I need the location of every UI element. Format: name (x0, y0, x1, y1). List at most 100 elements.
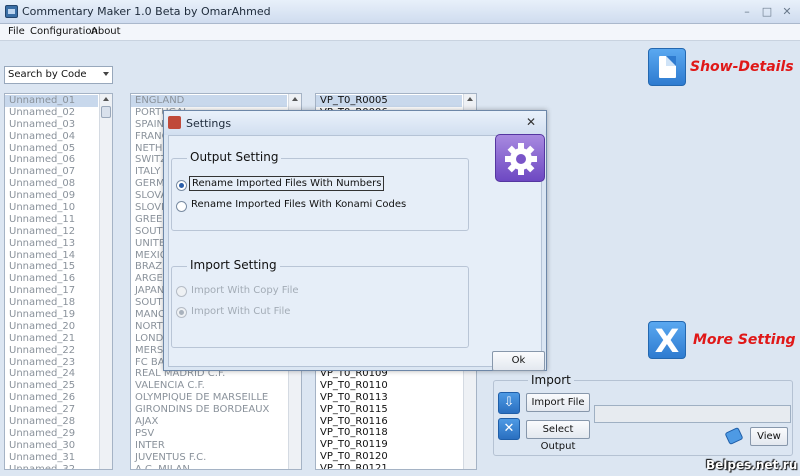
scroll-thumb[interactable] (101, 106, 111, 118)
show-details-button[interactable] (648, 48, 686, 86)
import-setting-legend: Import Setting (187, 258, 280, 272)
magic-wand-icon (724, 426, 748, 446)
import-progress-bar (594, 405, 791, 423)
app-icon (5, 5, 18, 18)
list-item[interactable]: Unnamed_18 (5, 297, 98, 309)
list-item[interactable]: Unnamed_28 (5, 416, 98, 428)
document-icon (659, 56, 676, 78)
radio-import-copy[interactable] (176, 286, 187, 297)
list-item[interactable]: Unnamed_13 (5, 238, 98, 250)
ok-button[interactable]: Ok (492, 351, 545, 371)
list-rows-bottom: VP_T0_R0109 VP_T0_R0110 VP_T0_R0113 VP_T0_R… (316, 368, 462, 469)
radio-import-cut-label[interactable]: Import With Cut File (191, 306, 290, 317)
list-item[interactable]: Unnamed_12 (5, 226, 98, 238)
list-item[interactable]: Unnamed_02 (5, 107, 98, 119)
list-scrollbar[interactable] (99, 94, 112, 469)
list-item[interactable]: Unnamed_08 (5, 178, 98, 190)
tools-icon[interactable]: ✕ (498, 418, 520, 440)
x-icon: X (654, 322, 680, 360)
title-bar: Commentary Maker 1.0 Beta by OmarAhmed –… (0, 0, 800, 24)
list-item[interactable]: Unnamed_05 (5, 143, 98, 155)
list-rows: Unnamed_01 Unnamed_02 Unnamed_03 Unnamed_04… (5, 95, 98, 469)
list-item[interactable]: VALENCIA C.F. (131, 380, 287, 392)
list-item[interactable]: INTER (131, 440, 287, 452)
list-item[interactable]: Unnamed_29 (5, 428, 98, 440)
show-details-label[interactable]: Show-Details (690, 59, 794, 75)
import-panel-title: Import (528, 373, 574, 387)
list-item[interactable]: Unnamed_25 (5, 380, 98, 392)
select-output-button[interactable]: Select Output (526, 420, 590, 452)
list-item[interactable]: Unnamed_30 (5, 440, 98, 452)
more-setting-button[interactable]: X (648, 321, 686, 360)
list-item[interactable]: Unnamed_31 (5, 452, 98, 464)
radio-rename-numbers-label[interactable]: Rename Imported Files With Numbers (189, 176, 385, 191)
list-item[interactable]: VP_T0_R0118 (316, 427, 462, 439)
list-item[interactable]: Unnamed_14 (5, 250, 98, 262)
list-item[interactable]: PSV (131, 428, 287, 440)
list-item[interactable]: ENGLAND (131, 95, 287, 107)
list-item[interactable]: Unnamed_17 (5, 285, 98, 297)
list-item[interactable]: Unnamed_16 (5, 273, 98, 285)
list-item[interactable]: OLYMPIQUE DE MARSEILLE (131, 392, 287, 404)
scroll-up-icon[interactable] (103, 97, 109, 101)
close-icon[interactable]: ✕ (526, 115, 536, 129)
radio-rename-numbers[interactable] (176, 180, 187, 191)
list-item[interactable]: AJAX (131, 416, 287, 428)
list-item[interactable]: VP_T0_R0119 (316, 439, 462, 451)
list-item[interactable]: VP_T0_R0121 (316, 463, 462, 469)
list-item[interactable]: Unnamed_07 (5, 166, 98, 178)
radio-rename-konami[interactable] (176, 201, 187, 212)
menu-about[interactable]: About (91, 26, 121, 37)
list-item[interactable]: VP_T0_R0110 (316, 380, 462, 392)
view-button[interactable]: View (750, 427, 788, 446)
close-button[interactable]: ✕ (780, 5, 794, 18)
dialog-title: Settings (186, 117, 232, 130)
list-item[interactable]: VP_T0_R0120 (316, 451, 462, 463)
radio-import-cut[interactable] (176, 307, 187, 318)
menu-file[interactable]: File (8, 26, 25, 37)
list-item[interactable]: Unnamed_06 (5, 154, 98, 166)
commentary-name-list[interactable]: Unnamed_01 Unnamed_02 Unnamed_03 Unnamed_04… (4, 93, 113, 470)
window-title: Commentary Maker 1.0 Beta by OmarAhmed (22, 5, 271, 18)
output-setting-group (171, 158, 469, 231)
settings-dialog: Settings ✕ Output Setting Rename Importe… (163, 110, 547, 371)
maximize-button[interactable]: □ (760, 5, 774, 18)
list-item[interactable]: Unnamed_11 (5, 214, 98, 226)
list-item[interactable]: Unnamed_15 (5, 261, 98, 273)
list-item[interactable]: Unnamed_24 (5, 368, 98, 380)
import-icon[interactable]: ⇩ (498, 392, 520, 414)
list-item[interactable]: Unnamed_03 (5, 119, 98, 131)
list-item[interactable]: Unnamed_21 (5, 333, 98, 345)
settings-app-icon (168, 116, 181, 129)
scroll-up-icon[interactable] (467, 97, 473, 101)
list-item[interactable]: VP_T0_R0116 (316, 416, 462, 428)
minimize-button[interactable]: – (740, 5, 754, 18)
list-item[interactable]: A.C. MILAN (131, 464, 287, 469)
list-item[interactable]: Unnamed_09 (5, 190, 98, 202)
dialog-body: Output Setting Rename Imported Files Wit… (168, 135, 545, 371)
list-item[interactable]: VP_T0_R0115 (316, 404, 462, 416)
list-item[interactable]: JUVENTUS F.C. (131, 452, 287, 464)
search-mode-select[interactable]: Search by Code (4, 66, 113, 84)
scroll-up-icon[interactable] (292, 97, 298, 101)
list-item[interactable]: VP_T0_R0005 (316, 95, 462, 107)
list-item[interactable]: Unnamed_23 (5, 357, 98, 369)
list-item[interactable]: Unnamed_20 (5, 321, 98, 333)
list-item[interactable]: Unnamed_04 (5, 131, 98, 143)
import-file-button[interactable]: Import File (526, 393, 590, 412)
list-item[interactable]: GIRONDINS DE BORDEAUX (131, 404, 287, 416)
list-item[interactable]: Unnamed_10 (5, 202, 98, 214)
list-item[interactable]: Unnamed_26 (5, 392, 98, 404)
menu-configuration[interactable]: Configuration (30, 26, 98, 37)
list-item[interactable]: VP_T0_R0113 (316, 392, 462, 404)
more-setting-label[interactable]: More Setting (693, 332, 796, 348)
list-item[interactable]: Unnamed_32 (5, 464, 98, 469)
list-item[interactable]: Unnamed_01 (5, 95, 98, 107)
list-item[interactable]: Unnamed_22 (5, 345, 98, 357)
radio-import-copy-label[interactable]: Import With Copy File (191, 285, 299, 296)
list-item[interactable]: Unnamed_19 (5, 309, 98, 321)
menu-bar: File Configuration About (0, 24, 800, 41)
radio-rename-konami-label[interactable]: Rename Imported Files With Konami Codes (191, 199, 406, 210)
chevron-down-icon (103, 72, 109, 76)
list-item[interactable]: Unnamed_27 (5, 404, 98, 416)
